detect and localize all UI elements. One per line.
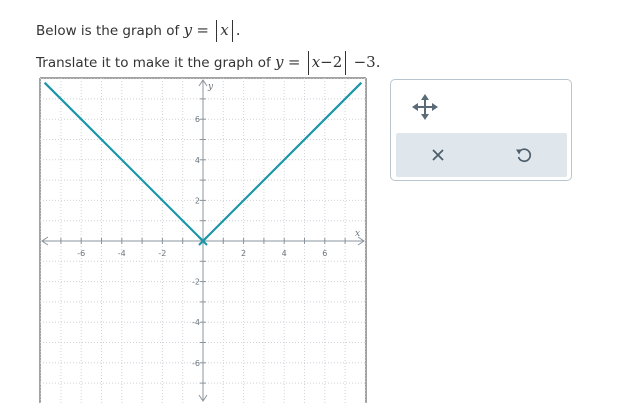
action-bar xyxy=(396,133,567,177)
y-tick-label: -6 xyxy=(192,359,200,368)
tool-panel xyxy=(390,79,572,181)
x-tick-label: -6 xyxy=(77,249,85,258)
x-axis-label: x xyxy=(355,229,360,239)
y-tick-label: 6 xyxy=(195,115,200,124)
undo-icon xyxy=(516,148,532,163)
y-tick-label: 4 xyxy=(195,156,200,165)
y-tick-label: -4 xyxy=(192,318,200,327)
x-tick-label: -4 xyxy=(118,249,126,258)
close-x-icon xyxy=(432,149,444,161)
x-tick-label: 2 xyxy=(241,249,246,258)
x-tick-label: 4 xyxy=(282,249,287,258)
clear-button[interactable] xyxy=(423,140,453,170)
y-axis-label: y xyxy=(207,82,214,92)
move-arrows-icon[interactable] xyxy=(410,92,440,122)
y-tick-label: -2 xyxy=(192,278,200,287)
undo-button[interactable] xyxy=(509,140,539,170)
x-tick-label: 6 xyxy=(322,249,327,258)
x-tick-label: -2 xyxy=(158,249,166,258)
graph-area[interactable]: -6 -4 -2 2 4 6 6 4 2 -2 -4 -6 x y xyxy=(0,0,636,403)
y-tick-label: 2 xyxy=(195,196,200,205)
